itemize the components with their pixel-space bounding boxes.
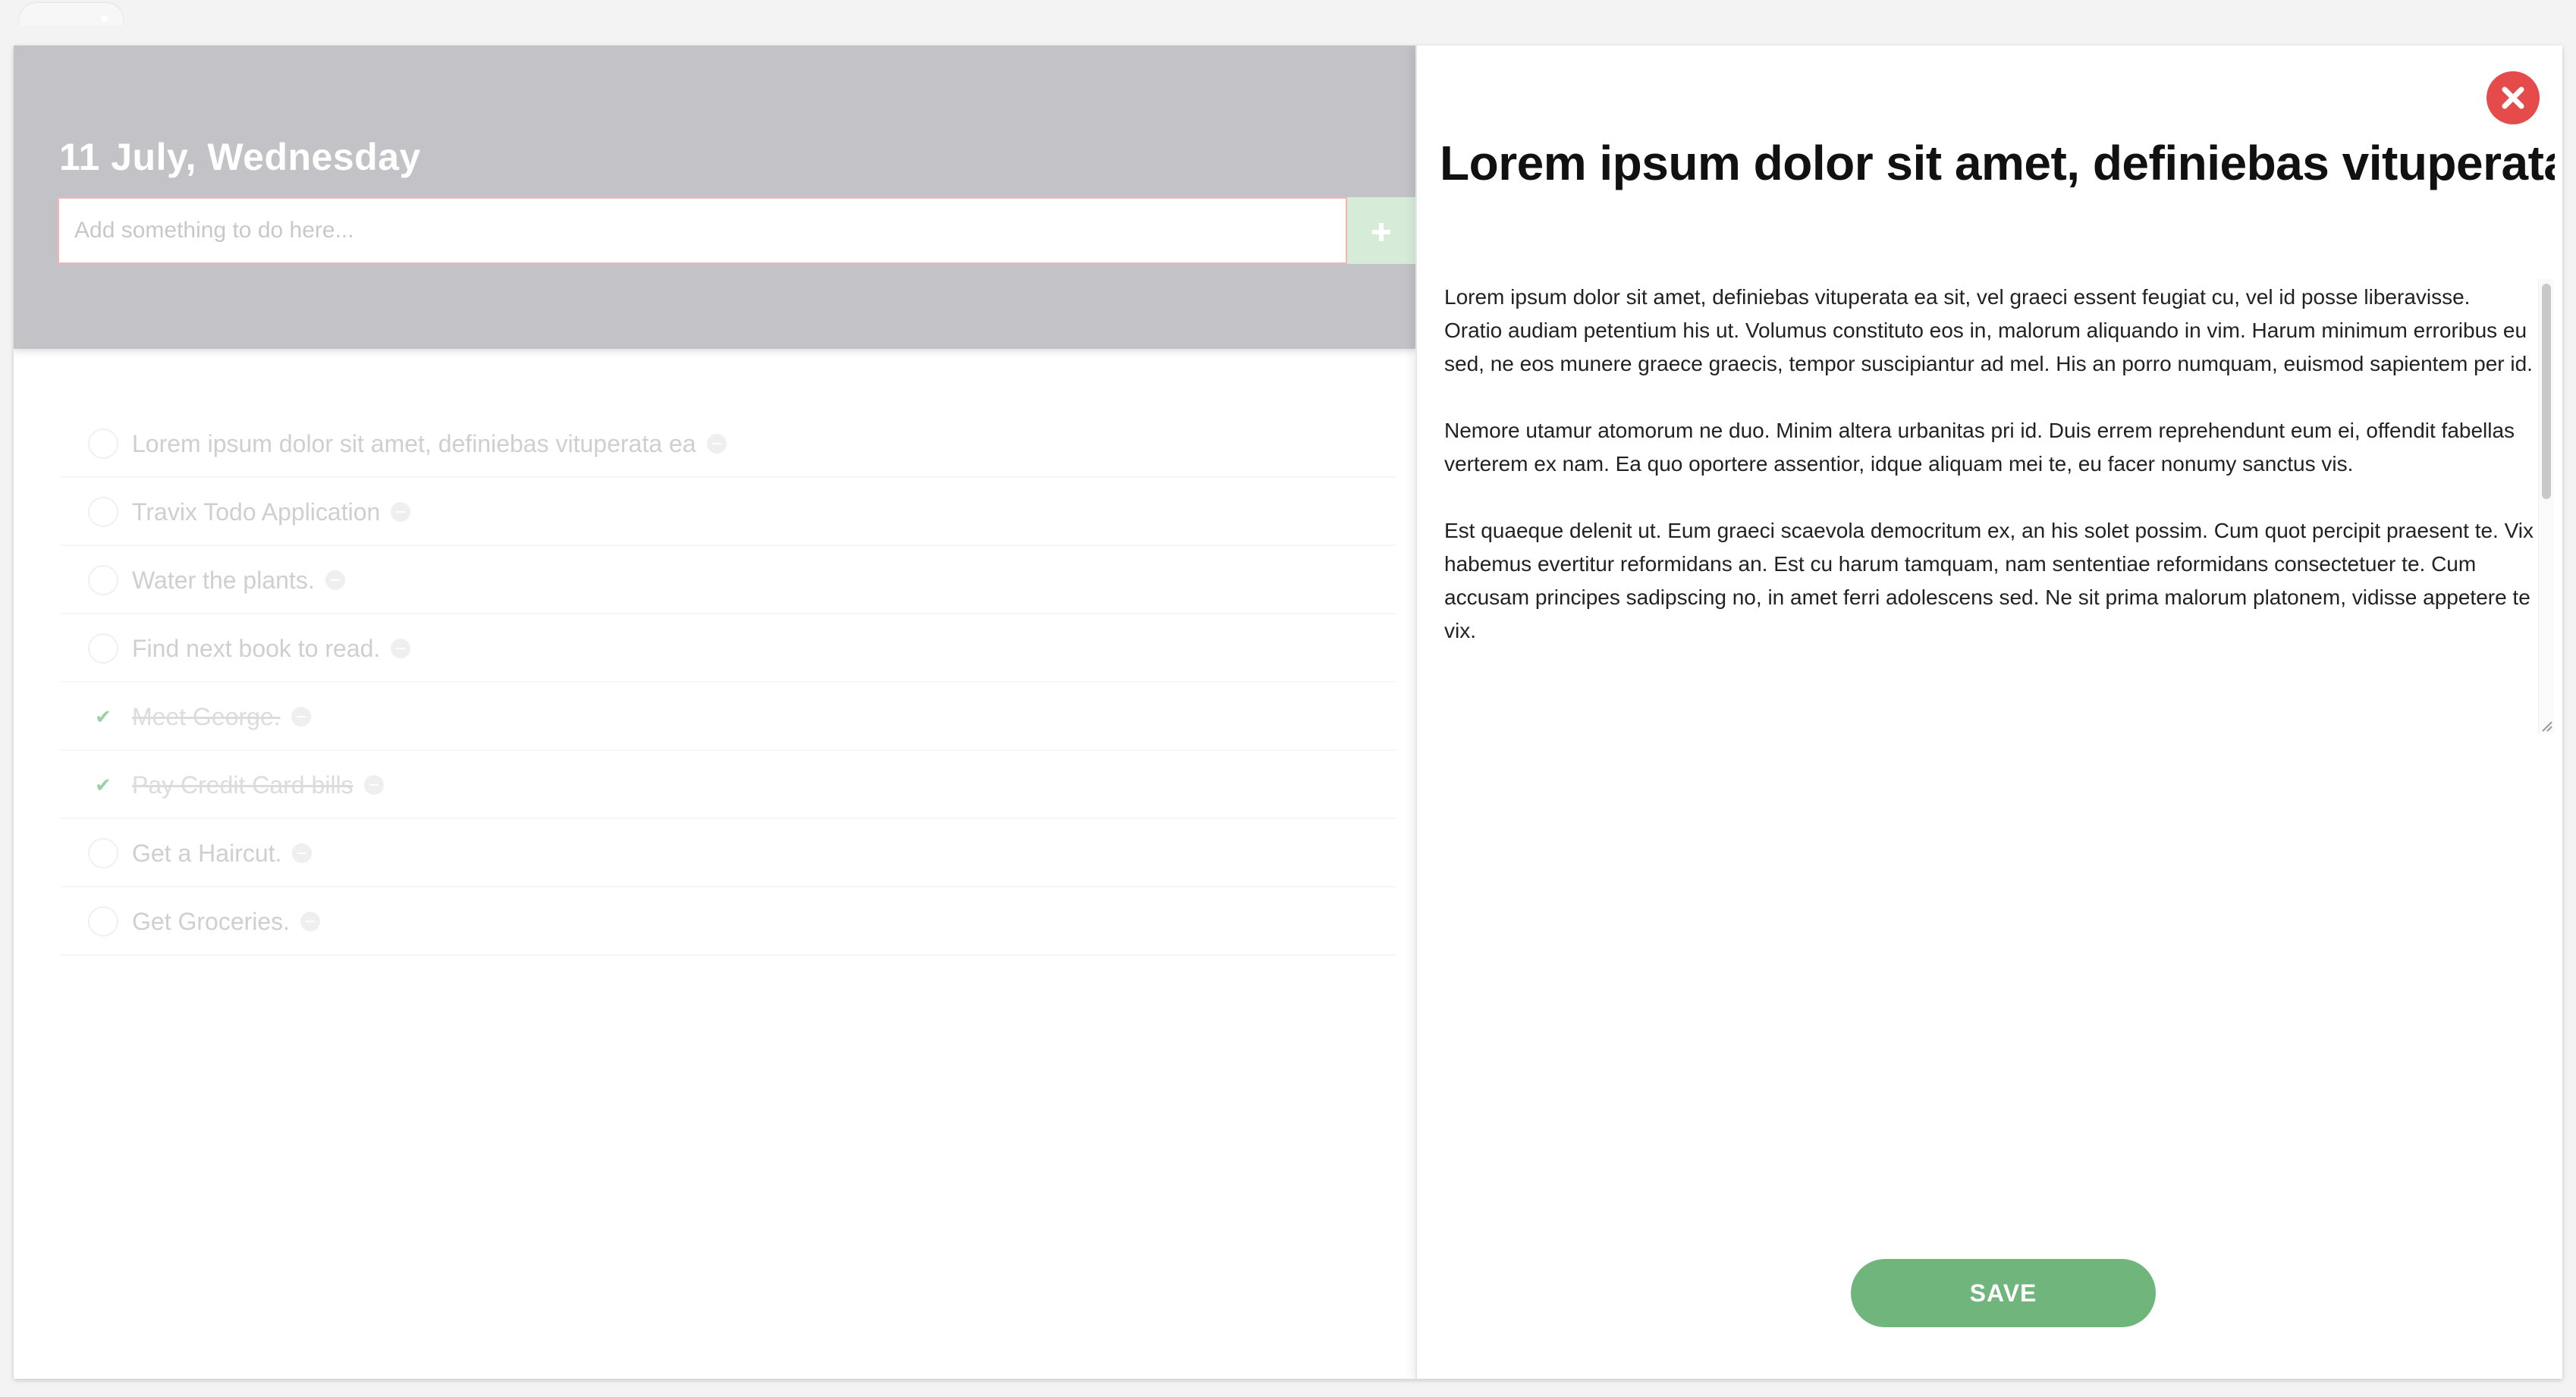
todo-item[interactable]: Lorem ipsum dolor sit amet, definiebas v… <box>61 411 1396 478</box>
detail-description-textarea[interactable]: Lorem ipsum dolor sit amet, definiebas v… <box>1440 278 2555 733</box>
todo-list: Lorem ipsum dolor sit amet, definiebas v… <box>61 411 1396 957</box>
remove-item-icon[interactable] <box>291 707 311 727</box>
remove-item-icon[interactable] <box>363 775 384 795</box>
remove-item-icon[interactable] <box>325 570 345 590</box>
todo-item[interactable]: Find next book to read. <box>61 616 1396 683</box>
app-window: 11 July, Wednesday Lorem ipsum dolor sit… <box>14 46 2562 1379</box>
todo-item-label[interactable]: Pay Credit Card bills <box>132 771 353 799</box>
todo-checkbox[interactable] <box>88 633 118 664</box>
todo-item-label[interactable]: Travix Todo Application <box>132 498 380 526</box>
todo-item-label[interactable]: Water the plants. <box>132 567 315 595</box>
window-tab[interactable] <box>20 3 123 26</box>
remove-item-icon[interactable] <box>391 639 411 658</box>
todo-item[interactable]: Travix Todo Application <box>61 479 1396 546</box>
todo-header: 11 July, Wednesday <box>14 46 1415 349</box>
todo-panel: 11 July, Wednesday Lorem ipsum dolor sit… <box>14 46 1415 1379</box>
save-button[interactable]: SAVE <box>1851 1259 2156 1327</box>
todo-item[interactable]: Get a Haircut. <box>61 821 1396 887</box>
remove-item-icon[interactable] <box>391 502 411 522</box>
add-todo-input[interactable] <box>58 197 1347 264</box>
todo-checkbox[interactable] <box>88 497 118 527</box>
screen: 11 July, Wednesday Lorem ipsum dolor sit… <box>0 0 2576 1397</box>
detail-panel: Lorem ipsum dolor sit amet, definiebas v… <box>1415 46 2562 1379</box>
todo-checkbox[interactable] <box>88 429 118 459</box>
todo-item-label[interactable]: Get Groceries. <box>132 908 290 936</box>
close-icon <box>2502 86 2524 109</box>
todo-item-label[interactable]: Meet George. <box>132 703 281 731</box>
todo-checkbox[interactable] <box>88 838 118 868</box>
todo-item[interactable]: ✔ Pay Credit Card bills <box>61 752 1396 819</box>
textarea-scrollbar[interactable] <box>2538 279 2554 734</box>
add-todo-button[interactable] <box>1347 197 1415 264</box>
checkmark-icon[interactable]: ✔ <box>88 770 118 800</box>
todo-item[interactable]: ✔ Meet George. <box>61 684 1396 751</box>
date-heading: 11 July, Wednesday <box>59 136 421 178</box>
scrollbar-thumb[interactable] <box>2542 284 2551 499</box>
resize-handle-icon[interactable] <box>2538 716 2553 733</box>
add-todo-form <box>58 197 1415 267</box>
todo-item-label[interactable]: Find next book to read. <box>132 635 380 663</box>
todo-checkbox[interactable] <box>88 906 118 937</box>
checkmark-icon[interactable]: ✔ <box>88 702 118 732</box>
todo-item-label[interactable]: Lorem ipsum dolor sit amet, definiebas v… <box>132 430 696 458</box>
remove-item-icon[interactable] <box>292 843 313 863</box>
remove-item-icon[interactable] <box>706 434 727 454</box>
remove-item-icon[interactable] <box>300 912 321 931</box>
detail-title: Lorem ipsum dolor sit amet, definiebas v… <box>1440 136 2555 190</box>
todo-item[interactable]: Get Groceries. <box>61 889 1396 956</box>
todo-item-label[interactable]: Get a Haircut. <box>132 840 281 868</box>
close-button[interactable] <box>2486 71 2540 124</box>
plus-icon <box>1372 223 1390 242</box>
todo-checkbox[interactable] <box>88 565 118 595</box>
todo-item[interactable]: Water the plants. <box>61 548 1396 614</box>
